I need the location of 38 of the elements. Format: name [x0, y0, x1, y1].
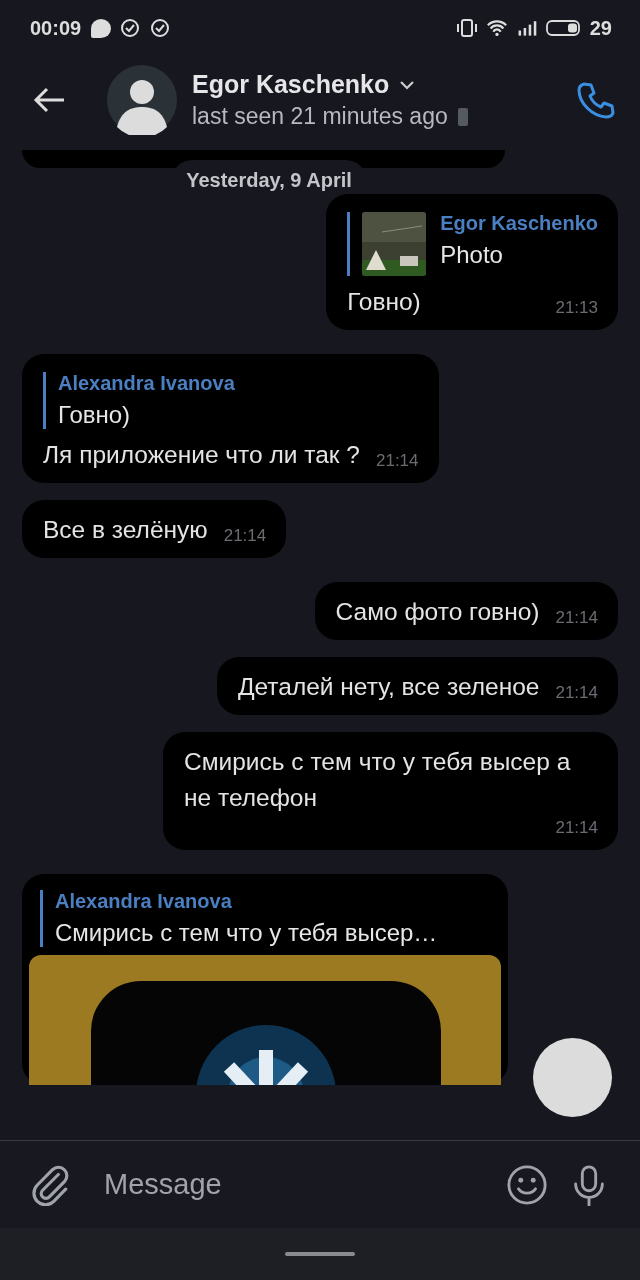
message-time: 21:14: [375, 450, 419, 472]
reply-quote[interactable]: Egor Kaschenko Photo: [347, 212, 598, 276]
message-time: 21:14: [555, 682, 598, 704]
reply-author: Alexandra Ivanova: [58, 372, 235, 395]
check-circle-icon: [119, 18, 142, 38]
emoji-icon[interactable]: [506, 1163, 548, 1206]
battery-icon: [545, 18, 582, 38]
phone-icon: [457, 107, 468, 126]
back-arrow-icon[interactable]: [32, 86, 66, 114]
reply-text: Photo: [440, 241, 504, 269]
caret-icon[interactable]: [399, 79, 416, 90]
reply-author: Egor Kaschenko: [440, 212, 598, 235]
reply-text: Смирись с тем что у тебя высер…: [55, 919, 438, 947]
message-time: 21:13: [555, 297, 598, 319]
message-text: Само фото говно): [335, 597, 540, 627]
wifi-icon: [485, 18, 508, 38]
check-circle-icon: [149, 18, 172, 38]
message-text: Деталей нету, все зеленое: [237, 672, 540, 702]
message-time: 21:14: [555, 607, 598, 629]
battery-percent: 29: [589, 16, 612, 40]
avatar[interactable]: [107, 65, 177, 135]
clock-time: 00:09: [30, 16, 82, 40]
last-seen-status: last seen 21 minutes ago: [192, 103, 448, 130]
message-time: 21:14: [555, 817, 598, 839]
contact-name[interactable]: Egor Kaschenko: [192, 70, 390, 99]
message-time: 21:14: [223, 525, 267, 547]
message-text: Все в зелёную: [43, 515, 208, 545]
message-field[interactable]: Message: [102, 1167, 486, 1202]
reply-author: Alexandra Ivanova: [55, 890, 233, 913]
vibrate-icon: [455, 18, 478, 38]
chat-bubble-icon: [91, 18, 112, 38]
reply-text: Говно): [58, 401, 132, 429]
message-text: Говно): [347, 287, 421, 317]
reply-quote[interactable]: Alexandra Ivanova Говно): [43, 372, 419, 429]
message-text: Ля приложение что ли так ?: [43, 440, 360, 470]
reply-quote[interactable]: Alexandra Ivanova Смирись с тем что у тебя высер…: [40, 890, 501, 947]
phone-call-icon[interactable]: [575, 80, 615, 120]
message-text: Смирись с тем что у тебя высер а не телефон: [184, 747, 572, 813]
